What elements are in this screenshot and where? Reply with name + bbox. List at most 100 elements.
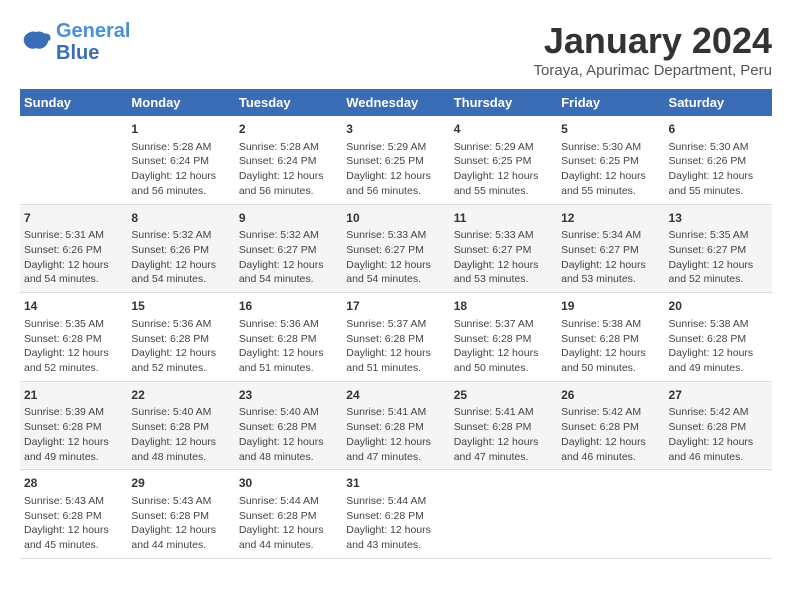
day-number: 12 [561,210,660,227]
day-info: Sunrise: 5:30 AM Sunset: 6:25 PM Dayligh… [561,141,646,197]
logo: General Blue [20,20,130,64]
calendar-cell: 13 Sunrise: 5:35 AM Sunset: 6:27 PM Dayli… [665,204,772,293]
calendar-cell: 4 Sunrise: 5:29 AM Sunset: 6:25 PM Daylig… [450,116,557,204]
day-info: Sunrise: 5:28 AM Sunset: 6:24 PM Dayligh… [239,141,324,197]
logo-text: General Blue [56,20,130,64]
calendar-cell [450,470,557,559]
column-header-tuesday: Tuesday [235,89,342,116]
day-info: Sunrise: 5:41 AM Sunset: 6:28 PM Dayligh… [346,406,431,462]
day-number: 13 [669,210,768,227]
calendar-cell: 31 Sunrise: 5:44 AM Sunset: 6:28 PM Dayli… [342,470,449,559]
calendar-cell: 9 Sunrise: 5:32 AM Sunset: 6:27 PM Daylig… [235,204,342,293]
calendar-cell: 5 Sunrise: 5:30 AM Sunset: 6:25 PM Daylig… [557,116,664,204]
day-number: 6 [669,121,768,138]
calendar-cell: 22Sunrise: 5:40 AM Sunset: 6:28 PM Dayli… [127,381,234,470]
day-info: Sunrise: 5:41 AM Sunset: 6:28 PM Dayligh… [454,406,539,462]
calendar-cell: 28 Sunrise: 5:43 AM Sunset: 6:28 PM Dayli… [20,470,127,559]
subtitle: Toraya, Apurimac Department, Peru [534,62,772,79]
calendar-cell: 2Sunrise: 5:28 AM Sunset: 6:24 PM Daylig… [235,116,342,204]
day-info: Sunrise: 5:34 AM Sunset: 6:27 PM Dayligh… [561,229,646,285]
calendar-cell: 24 Sunrise: 5:41 AM Sunset: 6:28 PM Dayli… [342,381,449,470]
day-info: Sunrise: 5:37 AM Sunset: 6:28 PM Dayligh… [346,318,431,374]
main-title: January 2024 [534,20,772,62]
day-number: 30 [239,475,338,492]
day-info: Sunrise: 5:29 AM Sunset: 6:25 PM Dayligh… [346,141,431,197]
calendar-cell [557,470,664,559]
calendar-cell: 30 Sunrise: 5:44 AM Sunset: 6:28 PM Dayli… [235,470,342,559]
day-number: 5 [561,121,660,138]
calendar-cell: 25 Sunrise: 5:41 AM Sunset: 6:28 PM Dayli… [450,381,557,470]
day-info: Sunrise: 5:42 AM Sunset: 6:28 PM Dayligh… [561,406,646,462]
day-info: Sunrise: 5:39 AM Sunset: 6:28 PM Dayligh… [24,406,109,462]
day-number: 29 [131,475,230,492]
day-number: 21 [24,387,123,404]
column-header-saturday: Saturday [665,89,772,116]
calendar-cell: 12 Sunrise: 5:34 AM Sunset: 6:27 PM Dayli… [557,204,664,293]
day-info: Sunrise: 5:32 AM Sunset: 6:26 PM Dayligh… [131,229,216,285]
calendar-cell: 20Sunrise: 5:38 AM Sunset: 6:28 PM Dayli… [665,293,772,382]
calendar-cell: 6 Sunrise: 5:30 AM Sunset: 6:26 PM Daylig… [665,116,772,204]
title-block: January 2024 Toraya, Apurimac Department… [534,20,772,79]
day-number: 28 [24,475,123,492]
day-number: 23 [239,387,338,404]
day-number: 17 [346,298,445,315]
calendar-cell: 10Sunrise: 5:33 AM Sunset: 6:27 PM Dayli… [342,204,449,293]
day-number: 14 [24,298,123,315]
day-info: Sunrise: 5:40 AM Sunset: 6:28 PM Dayligh… [239,406,324,462]
day-info: Sunrise: 5:36 AM Sunset: 6:28 PM Dayligh… [131,318,216,374]
day-info: Sunrise: 5:32 AM Sunset: 6:27 PM Dayligh… [239,229,324,285]
day-number: 20 [669,298,768,315]
calendar-cell: 14 Sunrise: 5:35 AM Sunset: 6:28 PM Dayli… [20,293,127,382]
calendar-cell: 29Sunrise: 5:43 AM Sunset: 6:28 PM Dayli… [127,470,234,559]
day-info: Sunrise: 5:43 AM Sunset: 6:28 PM Dayligh… [24,495,109,551]
column-header-friday: Friday [557,89,664,116]
calendar-week-row: 14 Sunrise: 5:35 AM Sunset: 6:28 PM Dayli… [20,293,772,382]
day-info: Sunrise: 5:30 AM Sunset: 6:26 PM Dayligh… [669,141,754,197]
day-info: Sunrise: 5:28 AM Sunset: 6:24 PM Dayligh… [131,141,216,197]
day-info: Sunrise: 5:40 AM Sunset: 6:28 PM Dayligh… [131,406,216,462]
column-header-wednesday: Wednesday [342,89,449,116]
day-number: 25 [454,387,553,404]
calendar-week-row: 1 Sunrise: 5:28 AM Sunset: 6:24 PM Daylig… [20,116,772,204]
day-info: Sunrise: 5:31 AM Sunset: 6:26 PM Dayligh… [24,229,109,285]
calendar-header-row: SundayMondayTuesdayWednesdayThursdayFrid… [20,89,772,116]
calendar-cell: 21 Sunrise: 5:39 AM Sunset: 6:28 PM Dayli… [20,381,127,470]
calendar-cell: 8Sunrise: 5:32 AM Sunset: 6:26 PM Daylig… [127,204,234,293]
calendar-cell: 11Sunrise: 5:33 AM Sunset: 6:27 PM Dayli… [450,204,557,293]
day-info: Sunrise: 5:29 AM Sunset: 6:25 PM Dayligh… [454,141,539,197]
calendar-cell: 15Sunrise: 5:36 AM Sunset: 6:28 PM Dayli… [127,293,234,382]
day-number: 24 [346,387,445,404]
day-info: Sunrise: 5:44 AM Sunset: 6:28 PM Dayligh… [239,495,324,551]
column-header-sunday: Sunday [20,89,127,116]
day-info: Sunrise: 5:38 AM Sunset: 6:28 PM Dayligh… [561,318,646,374]
calendar-cell [20,116,127,204]
column-header-monday: Monday [127,89,234,116]
calendar-table: SundayMondayTuesdayWednesdayThursdayFrid… [20,89,772,559]
day-number: 18 [454,298,553,315]
calendar-week-row: 21 Sunrise: 5:39 AM Sunset: 6:28 PM Dayli… [20,381,772,470]
day-number: 1 [131,121,230,138]
day-number: 31 [346,475,445,492]
calendar-cell: 7Sunrise: 5:31 AM Sunset: 6:26 PM Daylig… [20,204,127,293]
day-info: Sunrise: 5:42 AM Sunset: 6:28 PM Dayligh… [669,406,754,462]
day-info: Sunrise: 5:44 AM Sunset: 6:28 PM Dayligh… [346,495,431,551]
page-header: General Blue January 2024 Toraya, Apurim… [20,20,772,79]
calendar-cell: 3 Sunrise: 5:29 AM Sunset: 6:25 PM Daylig… [342,116,449,204]
day-number: 19 [561,298,660,315]
day-info: Sunrise: 5:33 AM Sunset: 6:27 PM Dayligh… [454,229,539,285]
day-number: 10 [346,210,445,227]
calendar-cell: 18Sunrise: 5:37 AM Sunset: 6:28 PM Dayli… [450,293,557,382]
day-number: 4 [454,121,553,138]
calendar-cell: 16Sunrise: 5:36 AM Sunset: 6:28 PM Dayli… [235,293,342,382]
day-info: Sunrise: 5:35 AM Sunset: 6:27 PM Dayligh… [669,229,754,285]
calendar-cell [665,470,772,559]
day-number: 27 [669,387,768,404]
day-number: 26 [561,387,660,404]
calendar-cell: 17 Sunrise: 5:37 AM Sunset: 6:28 PM Dayli… [342,293,449,382]
day-number: 9 [239,210,338,227]
day-number: 3 [346,121,445,138]
logo-icon [20,28,52,56]
day-info: Sunrise: 5:35 AM Sunset: 6:28 PM Dayligh… [24,318,109,374]
column-header-thursday: Thursday [450,89,557,116]
calendar-cell: 27 Sunrise: 5:42 AM Sunset: 6:28 PM Dayli… [665,381,772,470]
